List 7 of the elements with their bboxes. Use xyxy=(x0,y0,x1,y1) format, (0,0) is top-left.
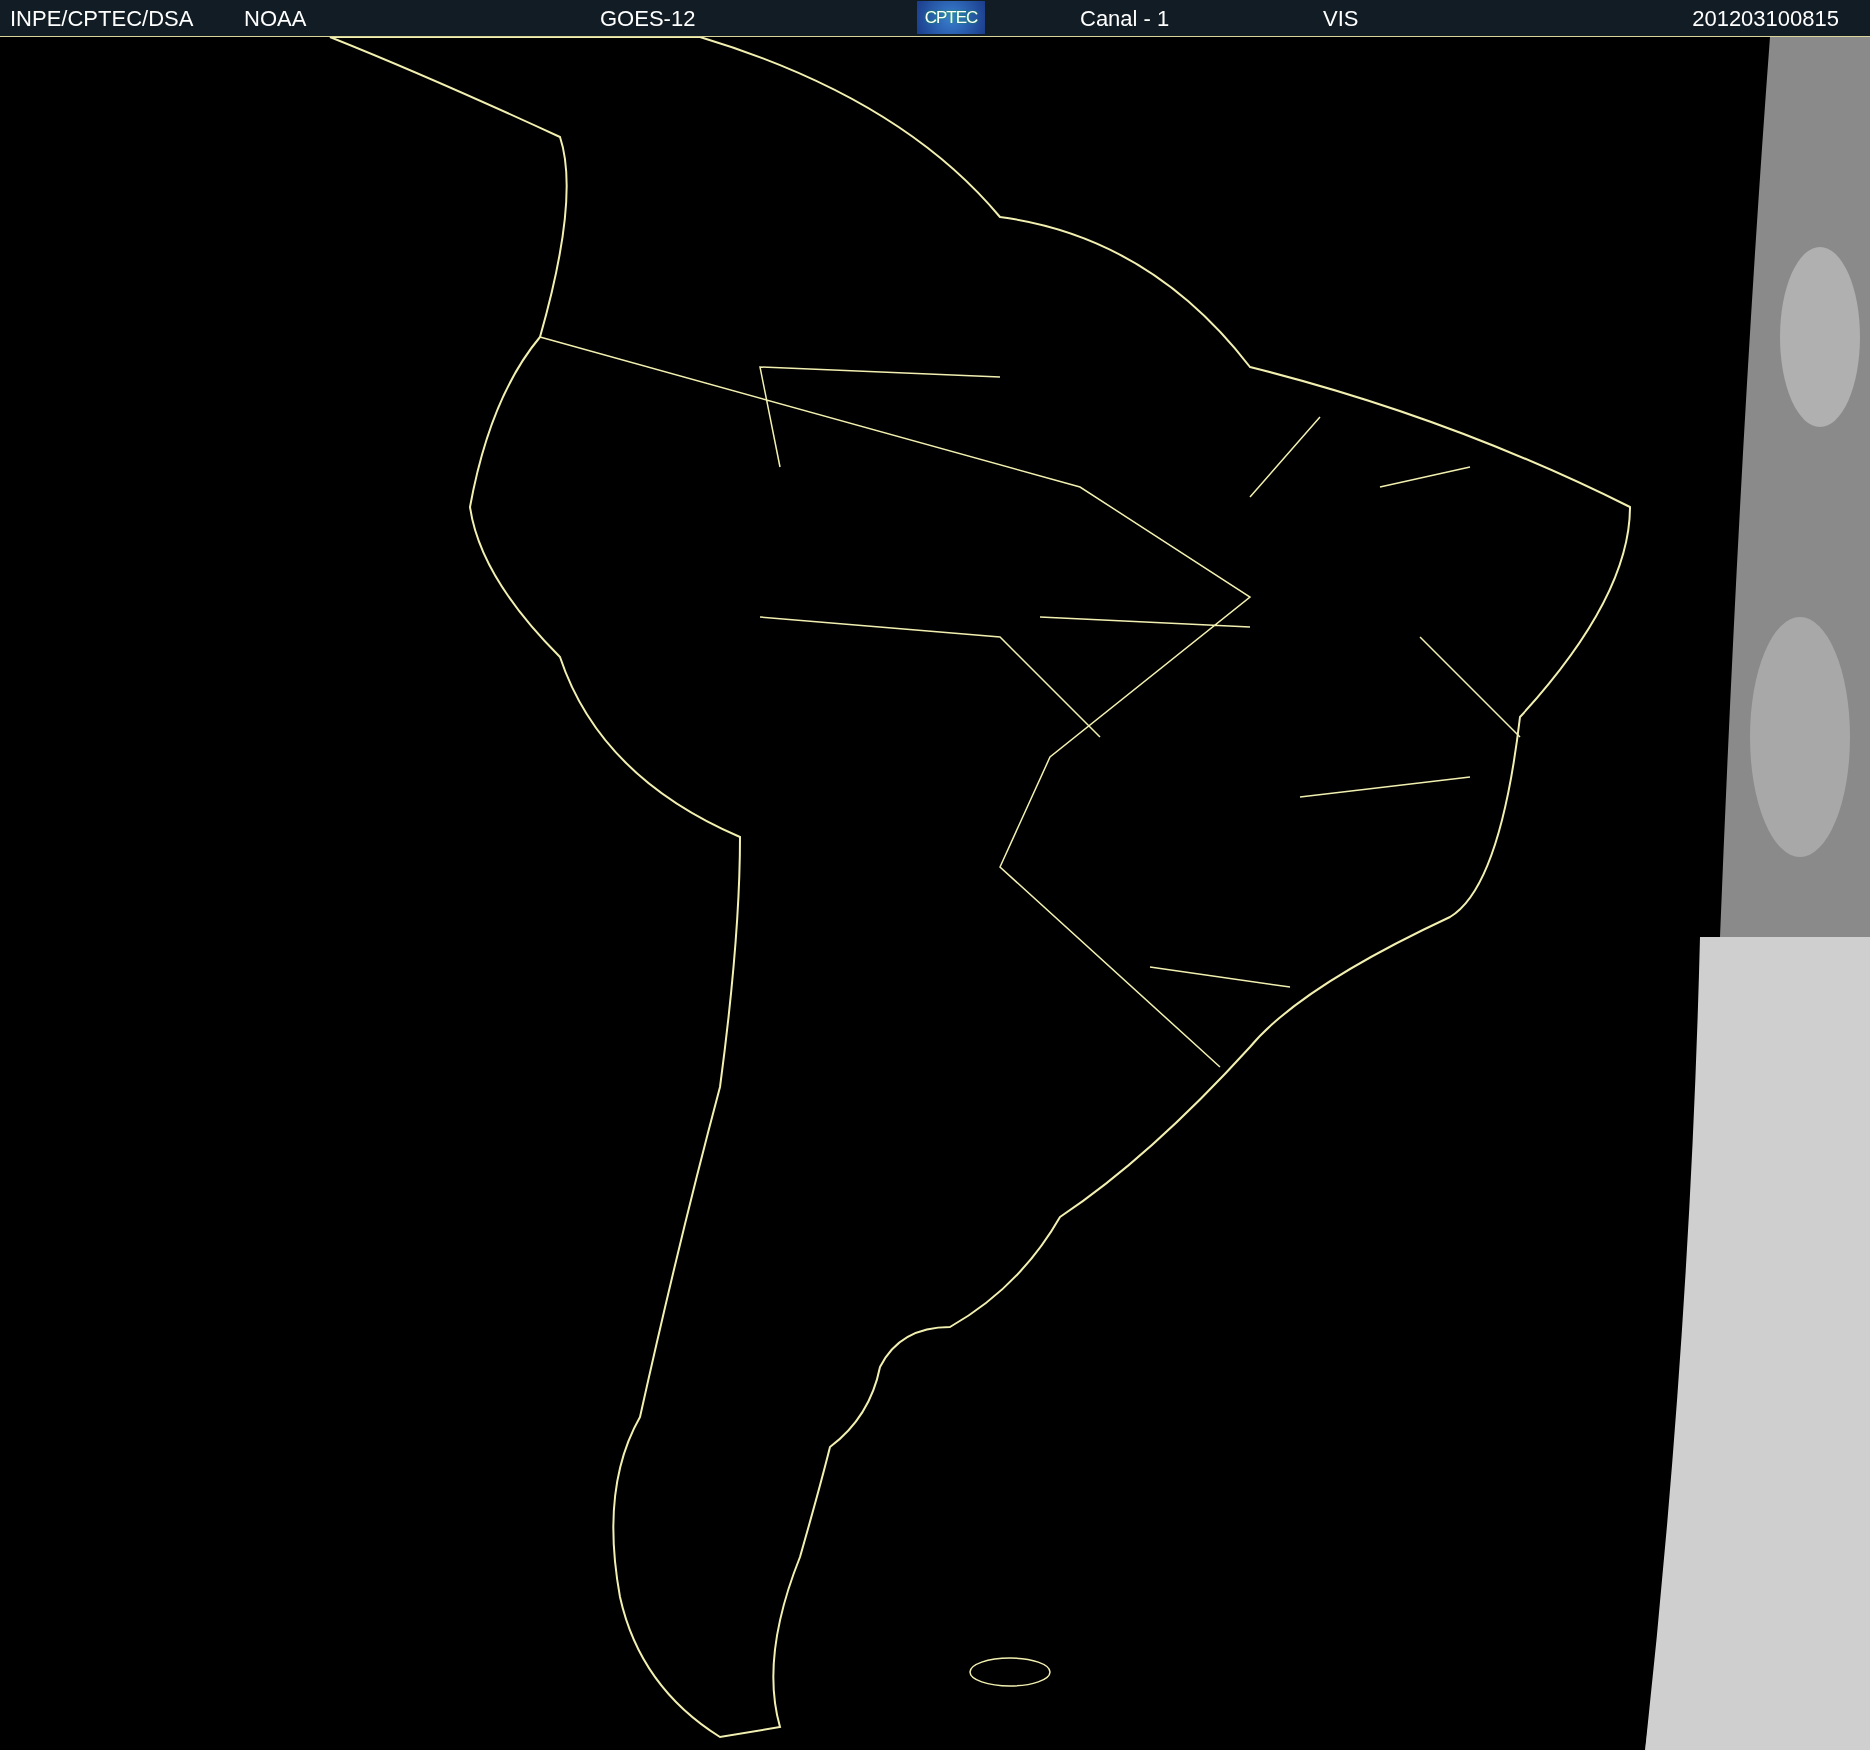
channel-label: Canal - 1 xyxy=(1080,6,1170,32)
logo: CPTEC xyxy=(917,1,985,34)
band-label: VIS xyxy=(1323,6,1359,32)
agency-label: NOAA xyxy=(244,6,307,32)
timestamp-label: 201203100815 xyxy=(1692,6,1839,32)
source-label: INPE/CPTEC/DSA xyxy=(10,6,194,32)
satellite-label: GOES-12 xyxy=(600,6,696,32)
